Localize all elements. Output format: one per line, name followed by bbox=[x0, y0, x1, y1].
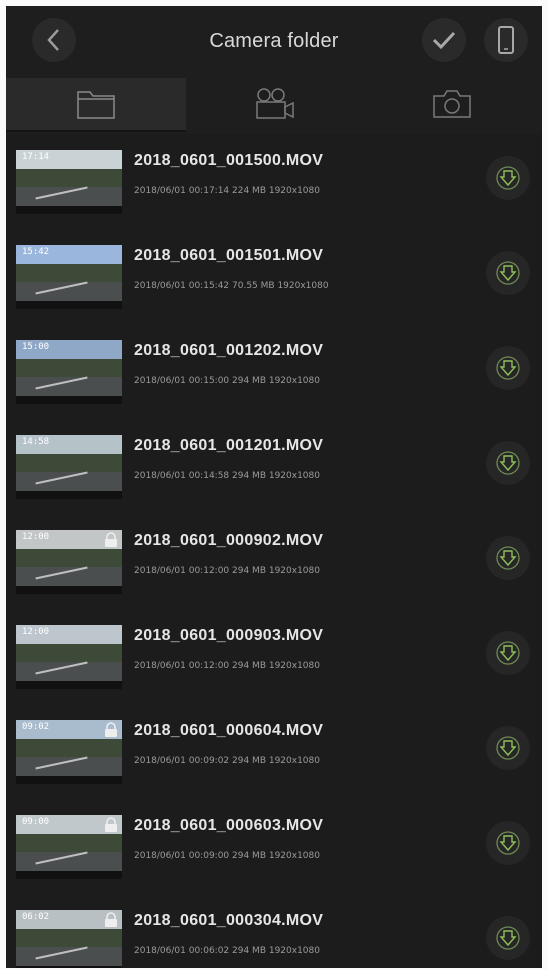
thumbnail-bottom-bar bbox=[16, 586, 122, 594]
app-screen: Camera folder 17:14 2018_0601_001500.MOV… bbox=[6, 6, 542, 968]
file-meta: 2018/06/01 00:17:14 224 MB 1920x1080 bbox=[134, 186, 320, 196]
download-icon bbox=[496, 261, 520, 285]
download-button[interactable] bbox=[486, 441, 530, 485]
file-meta: 2018/06/01 00:12:00 294 MB 1920x1080 bbox=[134, 566, 320, 576]
video-camera-icon bbox=[256, 88, 294, 119]
file-name: 2018_0601_001501.MOV bbox=[134, 247, 324, 264]
file-name: 2018_0601_000304.MOV bbox=[134, 912, 324, 929]
file-name: 2018_0601_000903.MOV bbox=[134, 627, 324, 644]
download-icon bbox=[496, 641, 520, 665]
confirm-button[interactable] bbox=[422, 18, 466, 62]
download-button[interactable] bbox=[486, 251, 530, 295]
video-thumbnail[interactable]: 09:00 bbox=[16, 815, 122, 879]
thumbnail-bottom-bar bbox=[16, 966, 122, 968]
file-meta: 2018/06/01 00:14:58 294 MB 1920x1080 bbox=[134, 471, 320, 481]
phone-icon bbox=[498, 26, 514, 54]
file-row[interactable]: 06:02 2018_0601_000304.MOV 2018/06/01 00:0… bbox=[6, 902, 542, 968]
thumbnail-timestamp: 09:02 bbox=[22, 722, 50, 732]
video-thumbnail[interactable]: 15:00 bbox=[16, 340, 122, 404]
file-meta: 2018/06/01 00:06:02 294 MB 1920x1080 bbox=[134, 946, 320, 956]
download-button[interactable] bbox=[486, 156, 530, 200]
download-icon bbox=[496, 736, 520, 760]
thumbnail-trees bbox=[16, 739, 122, 759]
thumbnail-bottom-bar bbox=[16, 871, 122, 879]
tab-video[interactable] bbox=[186, 78, 362, 130]
thumbnail-bottom-bar bbox=[16, 301, 122, 309]
thumbnail-bottom-bar bbox=[16, 491, 122, 499]
thumbnail-timestamp: 17:14 bbox=[22, 152, 50, 162]
lock-icon bbox=[105, 532, 117, 547]
thumbnail-timestamp: 12:00 bbox=[22, 532, 50, 542]
thumbnail-trees bbox=[16, 549, 122, 569]
tab-selection-indicator bbox=[6, 130, 186, 132]
checkmark-icon bbox=[432, 31, 456, 50]
download-button[interactable] bbox=[486, 916, 530, 960]
thumbnail-bottom-bar bbox=[16, 681, 122, 689]
thumbnail-timestamp: 12:00 bbox=[22, 627, 50, 637]
video-thumbnail[interactable]: 12:00 bbox=[16, 625, 122, 689]
file-meta: 2018/06/01 00:09:02 294 MB 1920x1080 bbox=[134, 756, 320, 766]
thumbnail-timestamp: 06:02 bbox=[22, 912, 50, 922]
download-button[interactable] bbox=[486, 821, 530, 865]
tab-photo[interactable] bbox=[362, 78, 542, 130]
file-meta: 2018/06/01 00:12:00 294 MB 1920x1080 bbox=[134, 661, 320, 671]
thumbnail-timestamp: 15:00 bbox=[22, 342, 50, 352]
download-button[interactable] bbox=[486, 536, 530, 580]
thumbnail-trees bbox=[16, 359, 122, 379]
video-thumbnail[interactable]: 09:02 bbox=[16, 720, 122, 784]
file-row[interactable]: 09:02 2018_0601_000604.MOV 2018/06/01 00:0… bbox=[6, 712, 542, 802]
thumbnail-timestamp: 15:42 bbox=[22, 247, 50, 257]
download-icon bbox=[496, 831, 520, 855]
thumbnail-bottom-bar bbox=[16, 206, 122, 214]
camera-icon bbox=[433, 90, 471, 118]
download-button[interactable] bbox=[486, 631, 530, 675]
thumbnail-bottom-bar bbox=[16, 396, 122, 404]
thumbnail-timestamp: 09:00 bbox=[22, 817, 50, 827]
file-name: 2018_0601_000604.MOV bbox=[134, 722, 324, 739]
file-row[interactable]: 14:58 2018_0601_001201.MOV 2018/06/01 00:1… bbox=[6, 427, 542, 517]
file-meta: 2018/06/01 00:15:00 294 MB 1920x1080 bbox=[134, 376, 320, 386]
file-name: 2018_0601_000902.MOV bbox=[134, 532, 324, 549]
file-row[interactable]: 15:42 2018_0601_001501.MOV 2018/06/01 00:1… bbox=[6, 237, 542, 327]
video-thumbnail[interactable]: 15:42 bbox=[16, 245, 122, 309]
thumbnail-trees bbox=[16, 454, 122, 474]
thumbnail-trees bbox=[16, 929, 122, 949]
file-name: 2018_0601_001201.MOV bbox=[134, 437, 324, 454]
file-meta: 2018/06/01 00:15:42 70.55 MB 1920x1080 bbox=[134, 281, 329, 291]
thumbnail-trees bbox=[16, 264, 122, 284]
top-bar: Camera folder bbox=[6, 6, 542, 78]
thumbnail-trees bbox=[16, 169, 122, 189]
tab-bar bbox=[6, 78, 542, 134]
download-icon bbox=[496, 451, 520, 475]
lock-icon bbox=[105, 722, 117, 737]
file-row[interactable]: 17:14 2018_0601_001500.MOV 2018/06/01 00:1… bbox=[6, 142, 542, 232]
thumbnail-trees bbox=[16, 834, 122, 854]
thumbnail-timestamp: 14:58 bbox=[22, 437, 50, 447]
thumbnail-trees bbox=[16, 644, 122, 664]
tab-folder[interactable] bbox=[6, 78, 186, 130]
download-button[interactable] bbox=[486, 726, 530, 770]
folder-icon bbox=[77, 91, 115, 119]
file-name: 2018_0601_001202.MOV bbox=[134, 342, 324, 359]
file-name: 2018_0601_000603.MOV bbox=[134, 817, 324, 834]
file-row[interactable]: 12:00 2018_0601_000903.MOV 2018/06/01 00:1… bbox=[6, 617, 542, 707]
file-row[interactable]: 09:00 2018_0601_000603.MOV 2018/06/01 00:0… bbox=[6, 807, 542, 897]
video-thumbnail[interactable]: 14:58 bbox=[16, 435, 122, 499]
file-meta: 2018/06/01 00:09:00 294 MB 1920x1080 bbox=[134, 851, 320, 861]
device-button[interactable] bbox=[484, 18, 528, 62]
file-row[interactable]: 15:00 2018_0601_001202.MOV 2018/06/01 00:1… bbox=[6, 332, 542, 422]
file-row[interactable]: 12:00 2018_0601_000902.MOV 2018/06/01 00:1… bbox=[6, 522, 542, 612]
download-icon bbox=[496, 356, 520, 380]
download-button[interactable] bbox=[486, 346, 530, 390]
thumbnail-bottom-bar bbox=[16, 776, 122, 784]
video-thumbnail[interactable]: 17:14 bbox=[16, 150, 122, 214]
download-icon bbox=[496, 926, 520, 950]
video-thumbnail[interactable]: 06:02 bbox=[16, 910, 122, 968]
lock-icon bbox=[105, 817, 117, 832]
lock-icon bbox=[105, 912, 117, 927]
download-icon bbox=[496, 166, 520, 190]
video-thumbnail[interactable]: 12:00 bbox=[16, 530, 122, 594]
download-icon bbox=[496, 546, 520, 570]
file-name: 2018_0601_001500.MOV bbox=[134, 152, 324, 169]
